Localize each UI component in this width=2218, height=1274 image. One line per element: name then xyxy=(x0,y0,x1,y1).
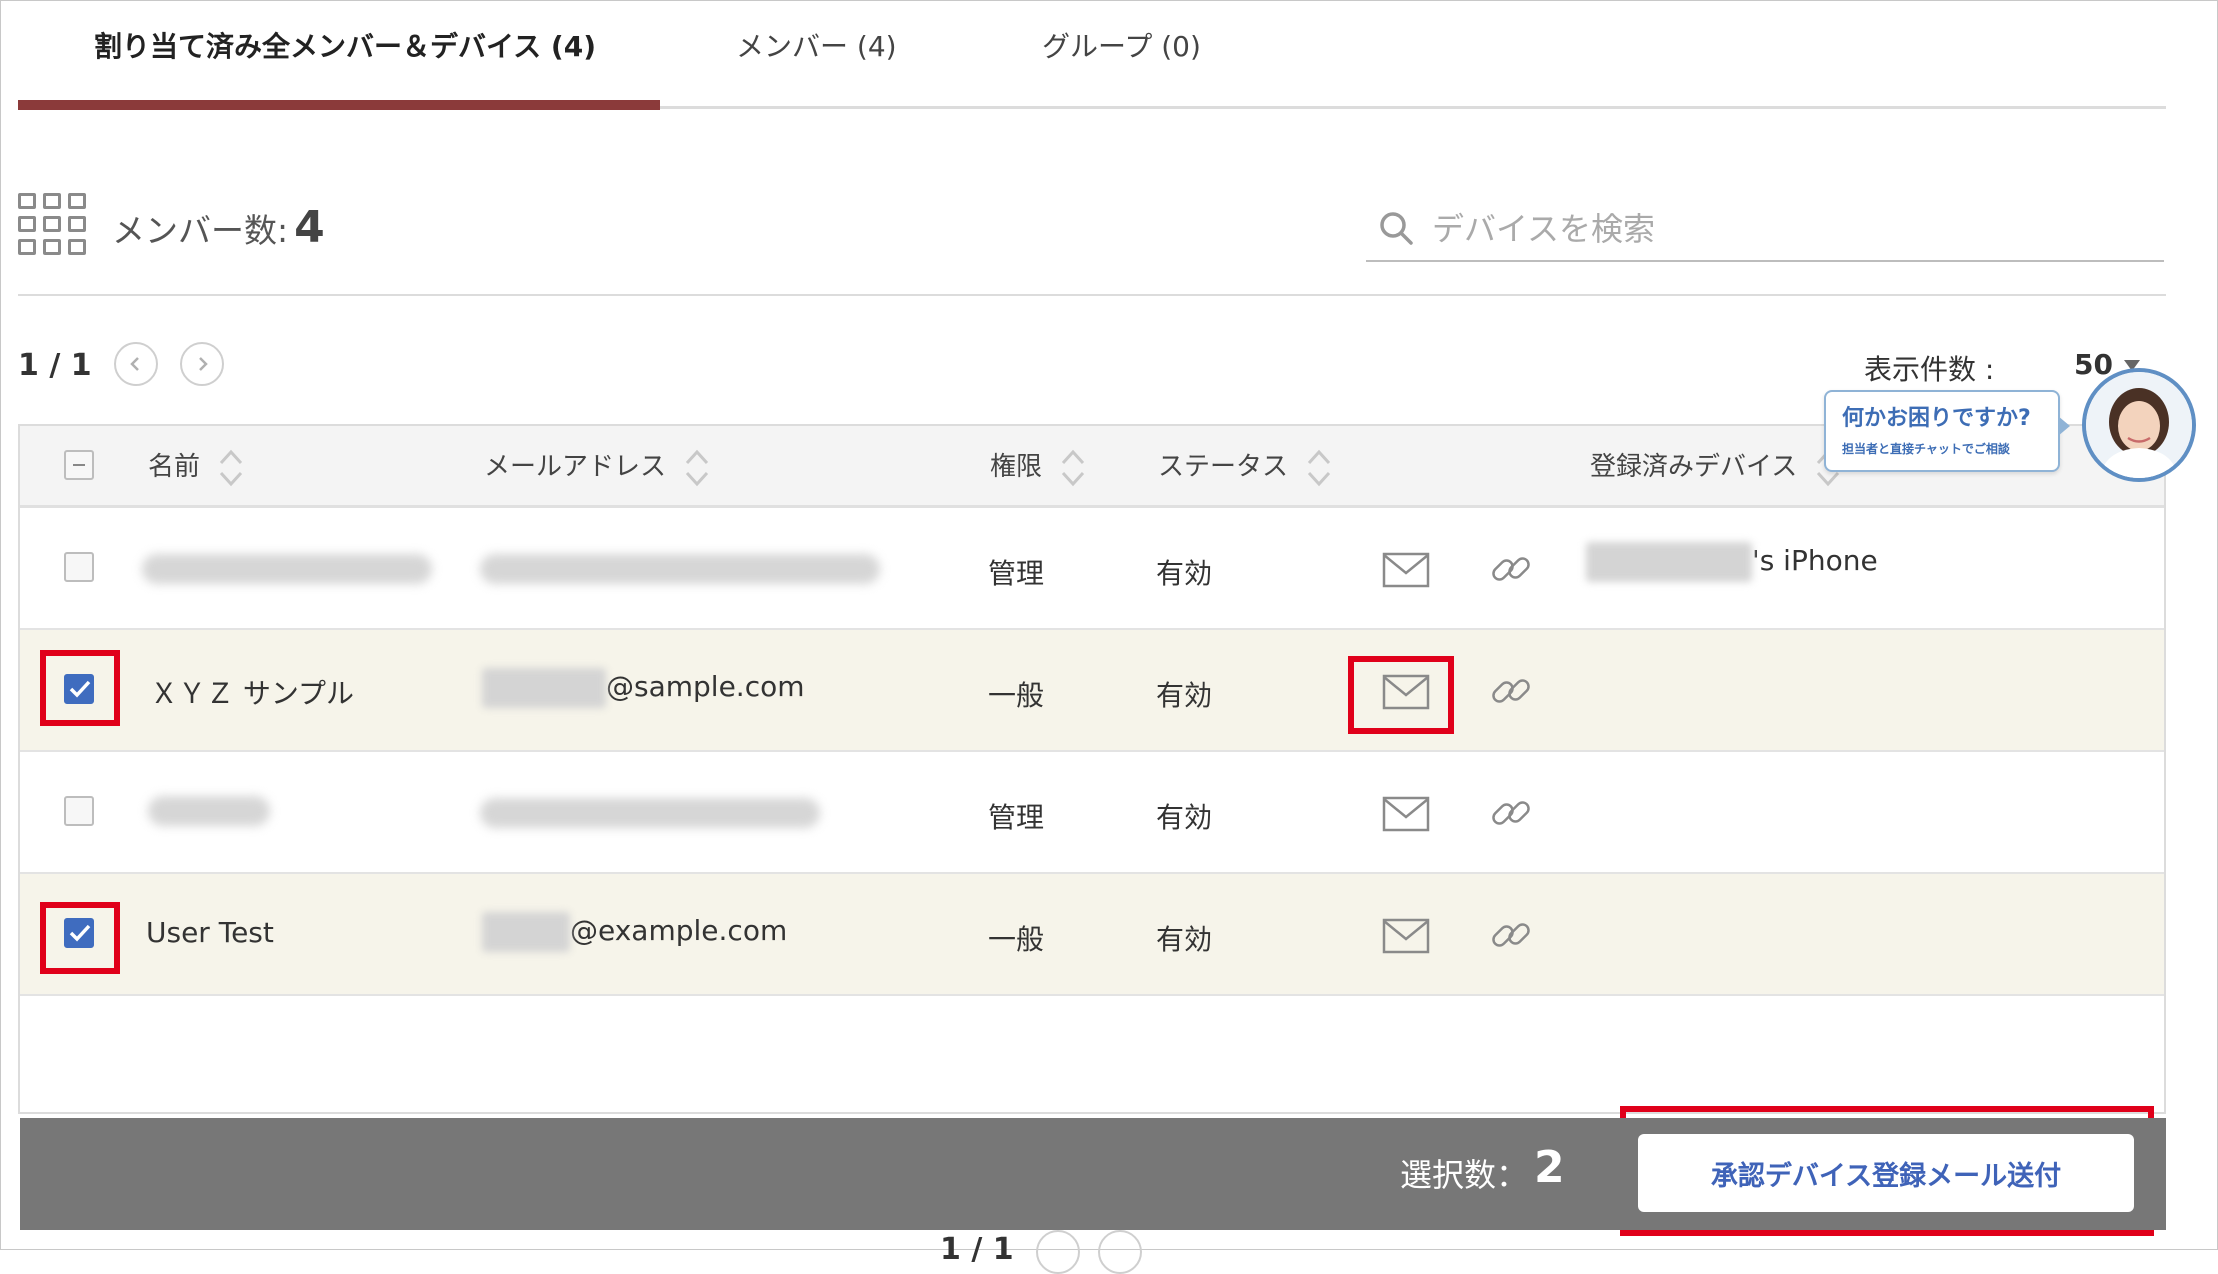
per-page-select[interactable]: 50 xyxy=(2074,348,2113,381)
checkmark-icon xyxy=(69,924,91,942)
row-checkbox[interactable] xyxy=(64,552,94,582)
chat-bubble-tail xyxy=(2058,416,2070,436)
email-redacted xyxy=(480,554,880,584)
link-icon[interactable] xyxy=(1490,548,1532,590)
mail-icon[interactable] xyxy=(1382,796,1430,832)
email-user-redacted xyxy=(482,912,570,952)
role-cell: 一般 xyxy=(988,679,1045,712)
tab-members[interactable]: メンバー (4) xyxy=(736,22,897,72)
table-row[interactable]: 管理 有効 xyxy=(20,752,2164,874)
sort-icon xyxy=(684,447,710,489)
chevron-right-icon xyxy=(199,357,208,371)
minus-icon xyxy=(73,464,85,466)
column-header-email[interactable]: メールアドレス xyxy=(484,426,710,508)
name-cell: User Test xyxy=(146,916,274,949)
tab-groups[interactable]: グループ (0) xyxy=(1042,22,1201,72)
link-icon[interactable] xyxy=(1490,914,1532,956)
member-count-label: メンバー数: xyxy=(112,211,289,250)
sort-icon xyxy=(1306,447,1332,489)
checkmark-icon xyxy=(69,680,91,698)
mail-icon[interactable] xyxy=(1382,674,1430,710)
device-owner-redacted xyxy=(1586,542,1752,582)
row-checkbox[interactable] xyxy=(64,918,94,948)
status-cell: 有効 xyxy=(1156,801,1213,834)
chevron-left-icon xyxy=(130,357,139,371)
table-row[interactable]: ＸＹＺ サンプル @sample.com 一般 有効 xyxy=(20,630,2164,752)
table-row[interactable]: User Test @example.com 一般 有効 xyxy=(20,874,2164,996)
select-all-checkbox[interactable] xyxy=(64,450,94,480)
page-indicator: 1 / 1 xyxy=(18,348,92,383)
member-count-value: 4 xyxy=(294,202,325,253)
column-header-role[interactable]: 権限 xyxy=(990,426,1086,508)
chat-subtitle: 担当者と直接チャットでご相談 xyxy=(1842,442,2010,456)
name-redacted xyxy=(142,554,432,584)
prev-page-button[interactable] xyxy=(114,342,158,386)
status-cell: 有効 xyxy=(1156,679,1213,712)
device-search xyxy=(1366,200,2164,262)
bottom-next-page-button[interactable] xyxy=(1098,1230,1142,1274)
name-cell: ＸＹＺ サンプル xyxy=(150,677,355,710)
per-page-label: 表示件数 : xyxy=(1864,353,1995,386)
row-checkbox[interactable] xyxy=(64,674,94,704)
search-icon xyxy=(1380,212,1413,245)
section-divider xyxy=(18,294,2166,296)
email-redacted xyxy=(480,798,820,828)
sort-icon xyxy=(218,447,244,489)
status-cell: 有効 xyxy=(1156,923,1213,956)
column-header-devices[interactable]: 登録済みデバイス xyxy=(1590,426,1841,508)
mail-icon[interactable] xyxy=(1382,552,1430,588)
role-cell: 管理 xyxy=(988,557,1045,590)
chat-title: 何かお困りですか? xyxy=(1842,406,2031,431)
column-header-status[interactable]: ステータス xyxy=(1158,426,1332,508)
mail-icon[interactable] xyxy=(1382,918,1430,954)
selected-count-value: 2 xyxy=(1534,1142,1565,1193)
device-cell: 's iPhone xyxy=(1586,542,1878,582)
send-approval-mail-button[interactable]: 承認デバイス登録メール送付 xyxy=(1638,1134,2134,1212)
email-user-redacted xyxy=(482,668,606,708)
role-cell: 管理 xyxy=(988,801,1045,834)
table-row[interactable]: 管理 有効 's iPhone xyxy=(20,508,2164,630)
name-redacted xyxy=(148,796,270,826)
role-cell: 一般 xyxy=(988,923,1045,956)
tab-all-members-devices[interactable]: 割り当て済み全メンバー＆デバイス (4) xyxy=(94,22,596,72)
status-cell: 有効 xyxy=(1156,557,1213,590)
next-page-button[interactable] xyxy=(180,342,224,386)
member-count: メンバー数: 4 xyxy=(112,200,325,259)
support-person-icon xyxy=(2086,372,2192,478)
selected-count-label: 選択数： xyxy=(1400,1156,1529,1194)
active-tab-indicator xyxy=(18,100,660,110)
row-checkbox[interactable] xyxy=(64,796,94,826)
tab-divider xyxy=(660,106,2166,109)
search-input[interactable] xyxy=(1430,200,2134,258)
email-cell: @example.com xyxy=(482,912,787,952)
sort-icon xyxy=(1060,447,1086,489)
email-cell: @sample.com xyxy=(482,668,805,708)
chat-help-bubble[interactable]: 何かお困りですか? 担当者と直接チャットでご相談 xyxy=(1824,390,2060,472)
column-header-name[interactable]: 名前 xyxy=(148,426,244,508)
link-icon[interactable] xyxy=(1490,670,1532,712)
support-avatar[interactable] xyxy=(2082,368,2196,482)
bottom-prev-page-button[interactable] xyxy=(1036,1230,1080,1274)
member-device-table: 名前 メールアドレス 権限 ステータス 登録済みデバイス 管理 有効 's iP… xyxy=(18,424,2166,1114)
link-icon[interactable] xyxy=(1490,792,1532,834)
grid-icon xyxy=(18,193,86,259)
